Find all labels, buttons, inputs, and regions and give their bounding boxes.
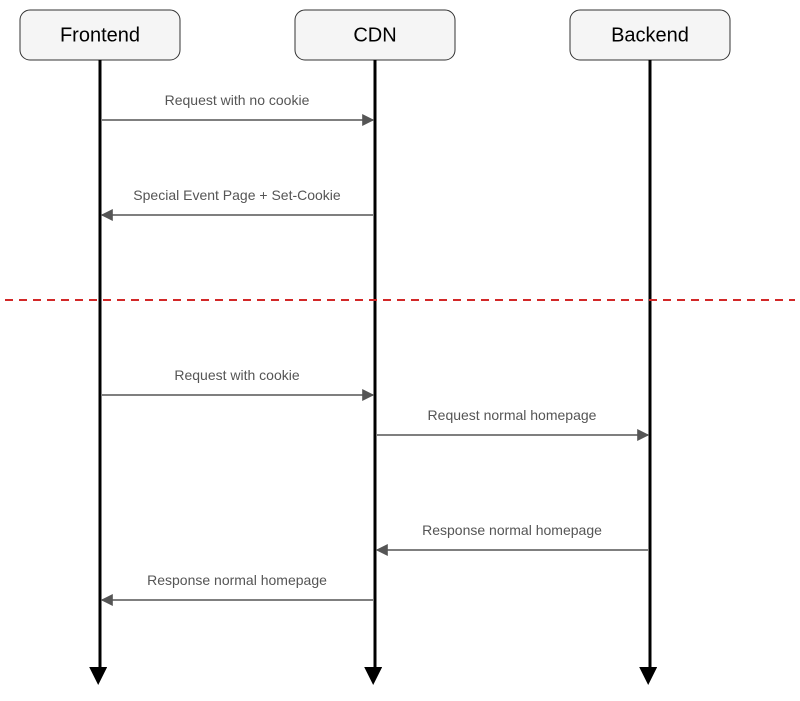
participant-frontend-label: Frontend [60, 24, 140, 46]
participant-cdn-label: CDN [353, 24, 396, 46]
participant-backend-label: Backend [611, 24, 689, 46]
msg-label-5: Response normal homepage [422, 522, 602, 538]
msg-label-6: Response normal homepage [147, 572, 327, 588]
msg-label-2: Special Event Page + Set-Cookie [133, 187, 341, 203]
sequence-diagram: Frontend CDN Backend Request with no coo… [0, 0, 800, 701]
msg-label-3: Request with cookie [174, 367, 300, 383]
msg-label-1: Request with no cookie [165, 92, 310, 108]
msg-label-4: Request normal homepage [428, 407, 597, 423]
